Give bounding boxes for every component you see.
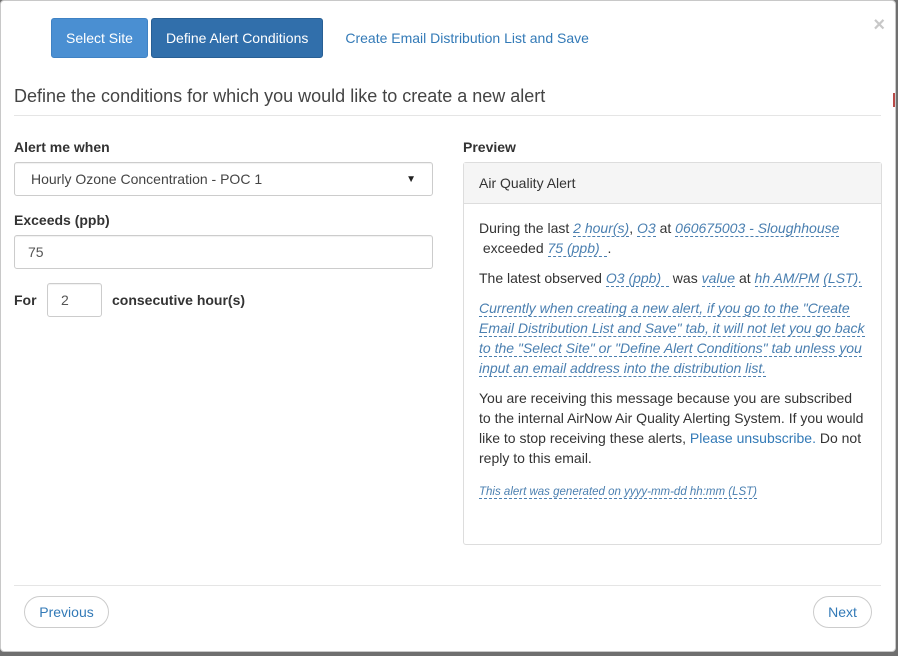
preview-label: Preview — [463, 139, 516, 155]
latest-unit: (ppb) — [628, 270, 662, 286]
alert-me-when-label: Alert me when — [14, 139, 110, 155]
exceeds-value: 75 — [28, 244, 44, 260]
preview-note: Currently when creating a new alert, if … — [479, 298, 866, 378]
hours-field: 2 hour(s) — [573, 220, 630, 237]
threshold-unit: (ppb) — [566, 240, 600, 256]
edge-mark — [893, 93, 895, 107]
wizard-tabs: Select Site Define Alert Conditions Crea… — [51, 18, 617, 58]
preview-panel-title: Air Quality Alert — [464, 163, 881, 204]
text: exceeded — [482, 240, 544, 256]
parameter-field: O3 — [637, 220, 656, 237]
tab-select-site[interactable]: Select Site — [51, 18, 148, 58]
hours-unit: hour(s) — [584, 220, 630, 236]
consecutive-hours-label: consecutive hour(s) — [112, 292, 246, 308]
hours-value: 2 — [573, 220, 581, 236]
unsubscribe-link[interactable]: Please unsubscribe. — [690, 430, 816, 446]
tab-create-email-distribution-list[interactable]: Create Email Distribution List and Save — [327, 18, 617, 58]
preview-receiving: You are receiving this message because y… — [479, 388, 866, 468]
exceeds-label: Exceeds (ppb) — [14, 212, 110, 228]
text: at — [738, 270, 751, 286]
header-divider — [14, 115, 881, 116]
threshold-field: 75 (ppb) — [547, 240, 608, 257]
page-title: Define the conditions for which you woul… — [14, 86, 546, 106]
threshold-value: 75 — [547, 240, 564, 256]
modal-dialog: × Select Site Define Alert Conditions Cr… — [0, 0, 896, 652]
time-field: hh AM/PM — [754, 270, 820, 287]
value-field: value — [701, 270, 736, 287]
consecutive-hours-input[interactable]: 2 — [47, 283, 102, 317]
text: at — [659, 220, 672, 236]
note-text: Currently when creating a new alert, if … — [479, 300, 865, 377]
footer-divider — [14, 585, 881, 586]
alert-parameter-value: Hourly Ozone Concentration - POC 1 — [31, 171, 263, 187]
previous-button[interactable]: Previous — [24, 596, 109, 628]
generated-text: This alert was generated on yyyy-mm-dd h… — [479, 486, 758, 499]
next-button[interactable]: Next — [813, 596, 872, 628]
consecutive-hours-value: 2 — [61, 292, 69, 308]
close-icon[interactable]: × — [873, 15, 885, 35]
text: The latest observed — [479, 270, 602, 286]
for-label: For — [14, 292, 37, 308]
tab-define-alert-conditions[interactable]: Define Alert Conditions — [150, 18, 324, 58]
site-field: 060675003 - Sloughhouse — [675, 220, 840, 237]
preview-line-exceeded: During the last 2 hour(s), O3 at 0606750… — [479, 218, 866, 258]
timezone-field: (LST). — [823, 270, 863, 287]
latest-param-field: O3 (ppb) — [605, 270, 669, 287]
preview-panel: Air Quality Alert During the last 2 hour… — [463, 162, 882, 545]
comma: , — [629, 220, 634, 236]
text: was — [672, 270, 698, 286]
preview-line-latest: The latest observed O3 (ppb) was value a… — [479, 268, 866, 288]
latest-param: O3 — [605, 270, 625, 286]
text: During the last — [479, 220, 570, 236]
alert-parameter-select[interactable]: Hourly Ozone Concentration - POC 1 ▼ — [14, 162, 433, 196]
preview-panel-body: During the last 2 hour(s), O3 at 0606750… — [464, 204, 881, 502]
exceeds-input[interactable]: 75 — [14, 235, 433, 269]
period: . — [607, 240, 612, 256]
preview-generated: This alert was generated on yyyy-mm-dd h… — [479, 480, 866, 502]
caret-down-icon: ▼ — [406, 173, 416, 185]
